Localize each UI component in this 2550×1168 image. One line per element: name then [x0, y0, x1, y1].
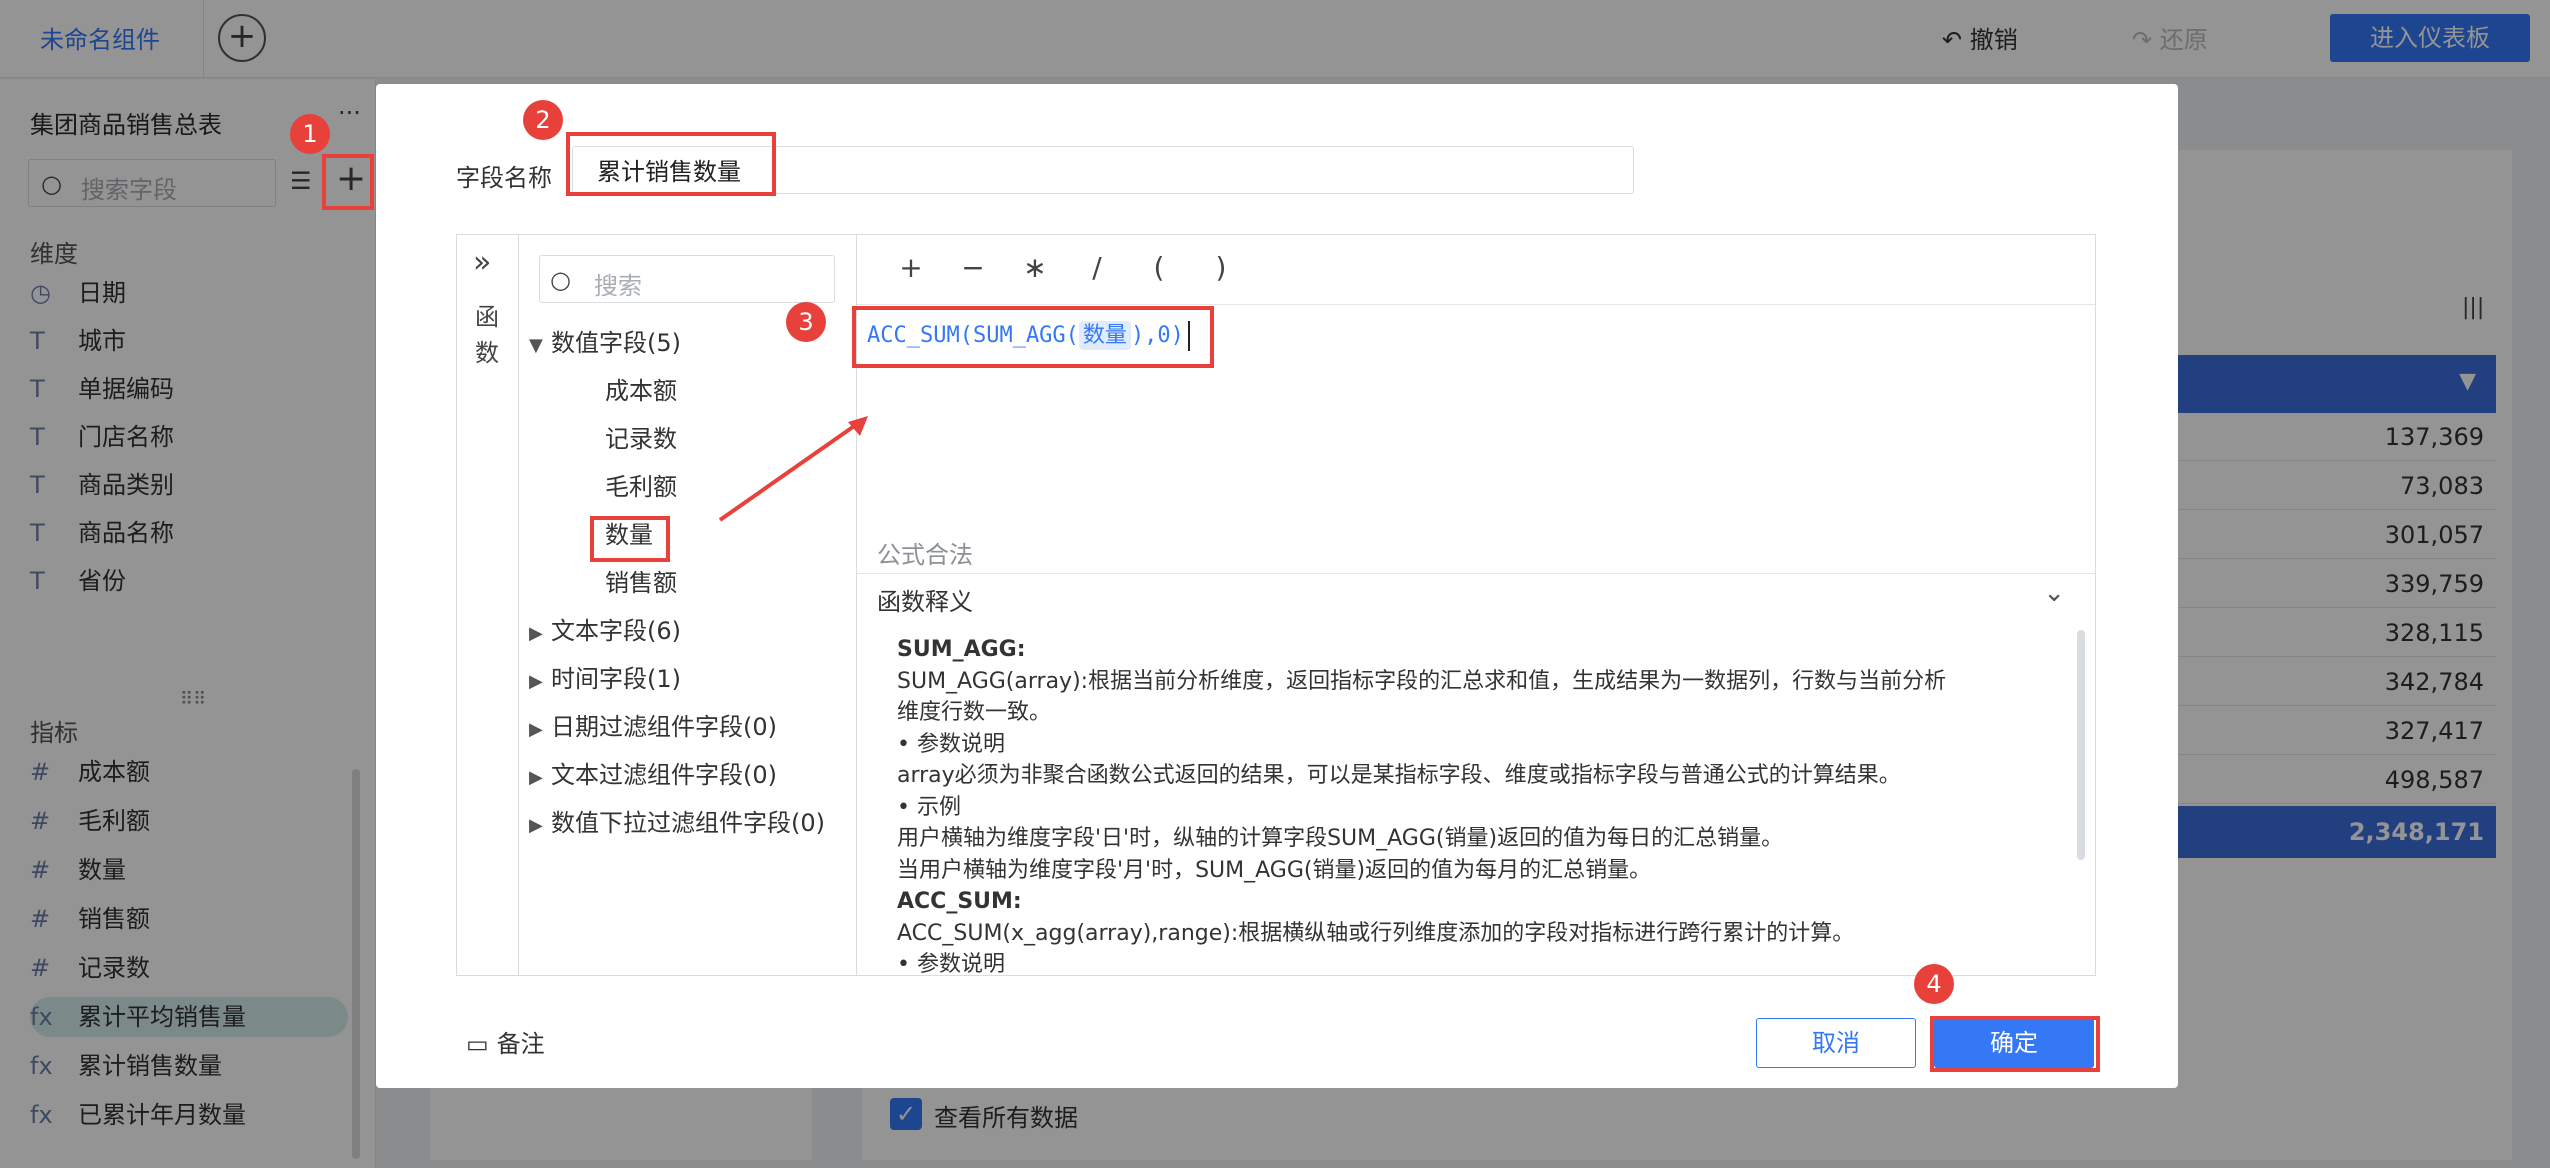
tree-leaf-field[interactable]: 成本额 [605, 371, 677, 411]
comment-icon: ▭ [466, 1030, 489, 1058]
doc-line: 用户横轴为维度字段'日'时，纵轴的计算字段SUM_AGG(销量)返回的值为每日的… [897, 826, 1784, 851]
step-badge: 2 [523, 100, 563, 140]
arrow-annotation [718, 416, 868, 522]
highlight-field-name [566, 132, 776, 196]
note-button[interactable]: ▭ 备注 [466, 1024, 545, 1059]
tree-group-numeric[interactable]: ▼ 数值字段(5) [529, 323, 681, 363]
doc-line: ACC_SUM(x_agg(array),range):根据横纵轴或行列维度添加… [897, 920, 1855, 946]
highlight-quantity-field [590, 516, 670, 562]
doc-title: 函数释义 [877, 588, 973, 616]
doc-body: SUM_AGG: SUM_AGG(array):根据当前分析维度，返回指标字段的汇… [897, 634, 2047, 974]
arrow-line [718, 420, 862, 522]
doc-scrollbar[interactable] [2077, 630, 2085, 860]
calculated-field-dialog: 字段名称 » 函 数 ○ 搜索 ▼数值字段(5) 成本额 记录数 毛利额 数量 … [376, 84, 2178, 1088]
doc-line: • 参数说明 [897, 952, 1005, 974]
function-panel-toggle[interactable]: » 函 数 [457, 235, 519, 975]
validation-status: 公式合法 [877, 541, 973, 569]
tree-group-num-dropdown[interactable]: ▶ 数值下拉过滤组件字段(0) [529, 803, 825, 843]
doc-line: 当用户横轴为维度字段'月'时，SUM_AGG(销量)返回的值为每月的汇总销量。 [897, 857, 1652, 883]
doc-line: SUM_AGG(array):根据当前分析维度，返回指标字段的汇总求和值，生成结… [897, 668, 1947, 694]
tree-leaf-field[interactable]: 销售额 [605, 563, 677, 603]
op-lparen-button[interactable]: ( [1139, 251, 1179, 284]
caret-down-icon: ▼ [529, 335, 543, 356]
function-doc: 函数释义 ⌄ SUM_AGG: SUM_AGG(array):根据当前分析维度，返… [857, 573, 2095, 975]
tree-leaf-field[interactable]: 毛利额 [605, 467, 677, 507]
tree-group-date-filter[interactable]: ▶ 日期过滤组件字段(0) [529, 707, 777, 747]
field-name-label: 字段名称 [456, 164, 552, 192]
field-tree: ○ 搜索 ▼ 数值字段(5) 成本额 记录数 毛利额 数量 销售额 ▶ 文本字段(6… [519, 235, 857, 975]
tree-search-input[interactable]: ○ 搜索 [539, 255, 835, 303]
doc-line: 维度行数一致。 [897, 700, 1052, 725]
caret-right-icon: ▶ [529, 623, 543, 644]
highlight-formula [852, 306, 1214, 368]
tree-group-text[interactable]: ▶ 文本字段(6) [529, 611, 681, 651]
op-rparen-button[interactable]: ) [1201, 251, 1241, 284]
step-badge: 4 [1914, 964, 1954, 1004]
doc-line: array必须为非聚合函数公式返回的结果，可以是某指标字段、维度或指标字段与普通… [897, 763, 1901, 788]
formula-editor: » 函 数 ○ 搜索 ▼ 数值字段(5) 成本额 记录数 毛利额 数量 销售额 ▶… [456, 234, 2096, 976]
highlight-confirm [1930, 1016, 2100, 1072]
op-plus-button[interactable]: + [891, 251, 931, 284]
doc-line: SUM_AGG: [897, 637, 1026, 662]
tree-leaf-field[interactable]: 记录数 [605, 419, 677, 459]
doc-line: • 示例 [897, 794, 961, 820]
step-badge: 1 [290, 114, 330, 154]
step-badge: 3 [786, 302, 826, 342]
doc-line: ACC_SUM: [897, 889, 1022, 914]
cancel-button[interactable]: 取消 [1756, 1018, 1916, 1068]
op-minus-button[interactable]: − [953, 251, 993, 284]
search-icon: ○ [550, 266, 571, 294]
chevron-down-icon[interactable]: ⌄ [2043, 578, 2065, 608]
caret-right-icon: ▶ [529, 671, 543, 692]
highlight-add-field [322, 154, 374, 210]
doc-line: • 参数说明 [897, 731, 1005, 757]
op-divide-button[interactable]: / [1077, 251, 1117, 284]
tree-group-text-filter[interactable]: ▶ 文本过滤组件字段(0) [529, 755, 777, 795]
caret-right-icon: ▶ [529, 767, 543, 788]
caret-right-icon: ▶ [529, 719, 543, 740]
operator-toolbar: + − ∗ / ( ) [857, 235, 2095, 305]
op-multiply-button[interactable]: ∗ [1015, 251, 1055, 284]
caret-right-icon: ▶ [529, 815, 543, 836]
tree-group-time[interactable]: ▶ 时间字段(1) [529, 659, 681, 699]
double-chevron-right-icon[interactable]: » [473, 245, 491, 280]
